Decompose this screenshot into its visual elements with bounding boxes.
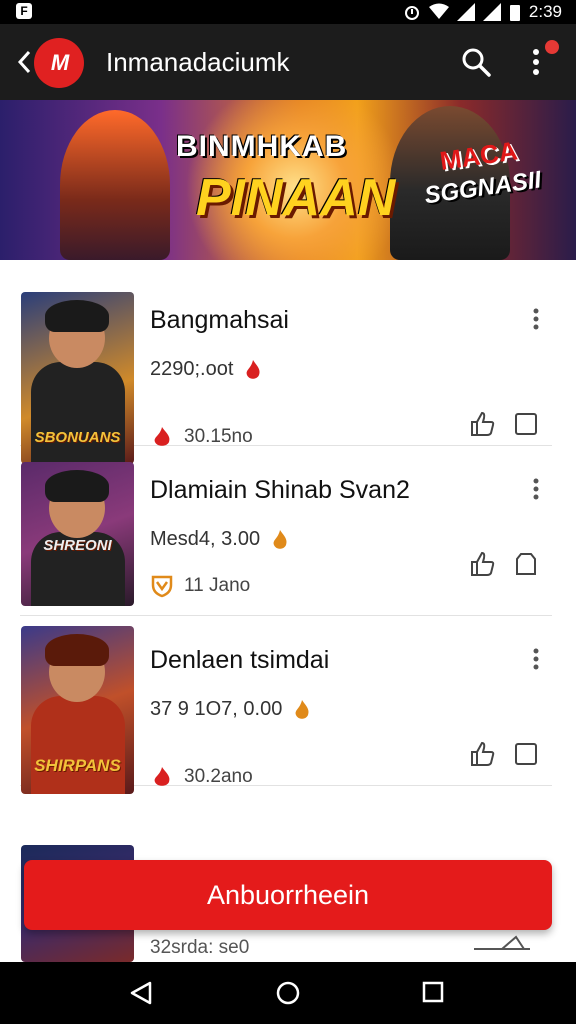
shield-icon (151, 575, 173, 598)
item-meta-text: 2290;.oot (150, 358, 234, 380)
item-stat-text: 30.2ano (184, 766, 253, 787)
thumbnail-figure-hair (45, 634, 109, 666)
status-icons: 2:39 (403, 2, 562, 22)
item-meta: 2290;.oot (150, 358, 263, 381)
item-stat: 30.15no (150, 426, 253, 448)
flame-icon (295, 699, 309, 719)
item-more-icon[interactable] (528, 476, 544, 502)
item-stat-text: 11 Jano (184, 575, 251, 596)
nav-recents-icon[interactable] (421, 980, 445, 1004)
flame-icon (247, 359, 260, 379)
thumbnail-figure-hair (45, 470, 109, 502)
item-meta-text: 32srda: se0 (150, 937, 250, 958)
flame-icon (154, 427, 170, 446)
chevron-left-icon (17, 50, 31, 74)
status-time: 2:39 (528, 2, 562, 21)
item-title: Bangmahsai (150, 306, 289, 334)
item-meta: 37 9 1O7, 0.00 (150, 698, 312, 721)
back-button[interactable] (14, 46, 34, 78)
item-stat: 11 Jano (150, 574, 250, 598)
battery-icon (509, 5, 520, 21)
thumbnail-figure-hair (45, 300, 109, 332)
alarm-icon (404, 6, 419, 20)
share-icon[interactable] (472, 927, 532, 957)
signal-icon (456, 3, 475, 21)
flame-icon (154, 767, 170, 786)
item-title: Dlamiain Shinab Svan2 (150, 476, 410, 504)
thumbs-up-icon[interactable] (468, 550, 496, 578)
thumbnail-caption: SHREONI (43, 537, 112, 554)
item-meta-text: 37 9 1O7, 0.00 (150, 698, 283, 720)
item-more-icon[interactable] (528, 306, 544, 332)
game-list: SBONUANS Bangmahsai 2290;.oot 30.15no SH… (20, 276, 552, 794)
list-item[interactable]: SHIRPANS Denlaen tsimdai 37 9 1O7, 0.00 … (20, 616, 552, 794)
signal-icon-2 (482, 3, 501, 21)
nav-home-icon[interactable] (275, 980, 301, 1006)
thumbs-up-icon[interactable] (468, 740, 496, 768)
item-meta: Mesd4, 3.00 (150, 528, 290, 551)
thumbnail-caption: SBONUANS (34, 429, 121, 446)
bookmark-icon[interactable] (512, 550, 540, 578)
nav-back-icon[interactable] (128, 980, 154, 1006)
system-nav-bar (0, 962, 576, 1024)
item-meta-text: Mesd4, 3.00 (150, 528, 261, 550)
banner-headline-2: PINAAN (196, 169, 396, 227)
item-more-icon[interactable] (528, 646, 544, 672)
banner-character-left (60, 110, 170, 260)
flame-icon (273, 529, 287, 549)
promo-banner[interactable]: BINMHKAB PINAAN MACA SGGNASII (0, 100, 576, 260)
item-title: Denlaen tsimdai (150, 646, 330, 674)
app-title: Inmanadaciumk (106, 47, 290, 77)
thumbnail-figure-body (31, 696, 125, 794)
list-item[interactable]: SHREONI Dlamiain Shinab Svan2 Mesd4, 3.0… (20, 446, 552, 616)
search-icon[interactable] (460, 46, 492, 78)
thumbs-up-icon[interactable] (468, 410, 496, 438)
primary-action-button[interactable]: Anbuorrheein (24, 860, 552, 930)
banner-headline-1: BINMHKAB (176, 130, 348, 163)
app-logo[interactable]: M (34, 38, 84, 88)
status-bar: F 2:39 (0, 0, 576, 24)
item-thumbnail: SHIRPANS (21, 626, 134, 794)
item-thumbnail: SBONUANS (21, 292, 134, 464)
app-notification-icon: F (16, 3, 32, 19)
item-stat: 30.2ano (150, 766, 253, 788)
notification-dot (545, 40, 559, 54)
wifi-icon (428, 3, 449, 19)
bookmark-icon[interactable] (512, 740, 540, 768)
list-item[interactable]: SBONUANS Bangmahsai 2290;.oot 30.15no (20, 276, 552, 464)
item-stat-text: 30.15no (184, 426, 253, 447)
item-thumbnail: SHREONI (21, 462, 134, 606)
app-bar: M Inmanadaciumk (0, 24, 576, 100)
bookmark-icon[interactable] (512, 410, 540, 438)
thumbnail-caption: SHIRPANS (34, 756, 121, 775)
